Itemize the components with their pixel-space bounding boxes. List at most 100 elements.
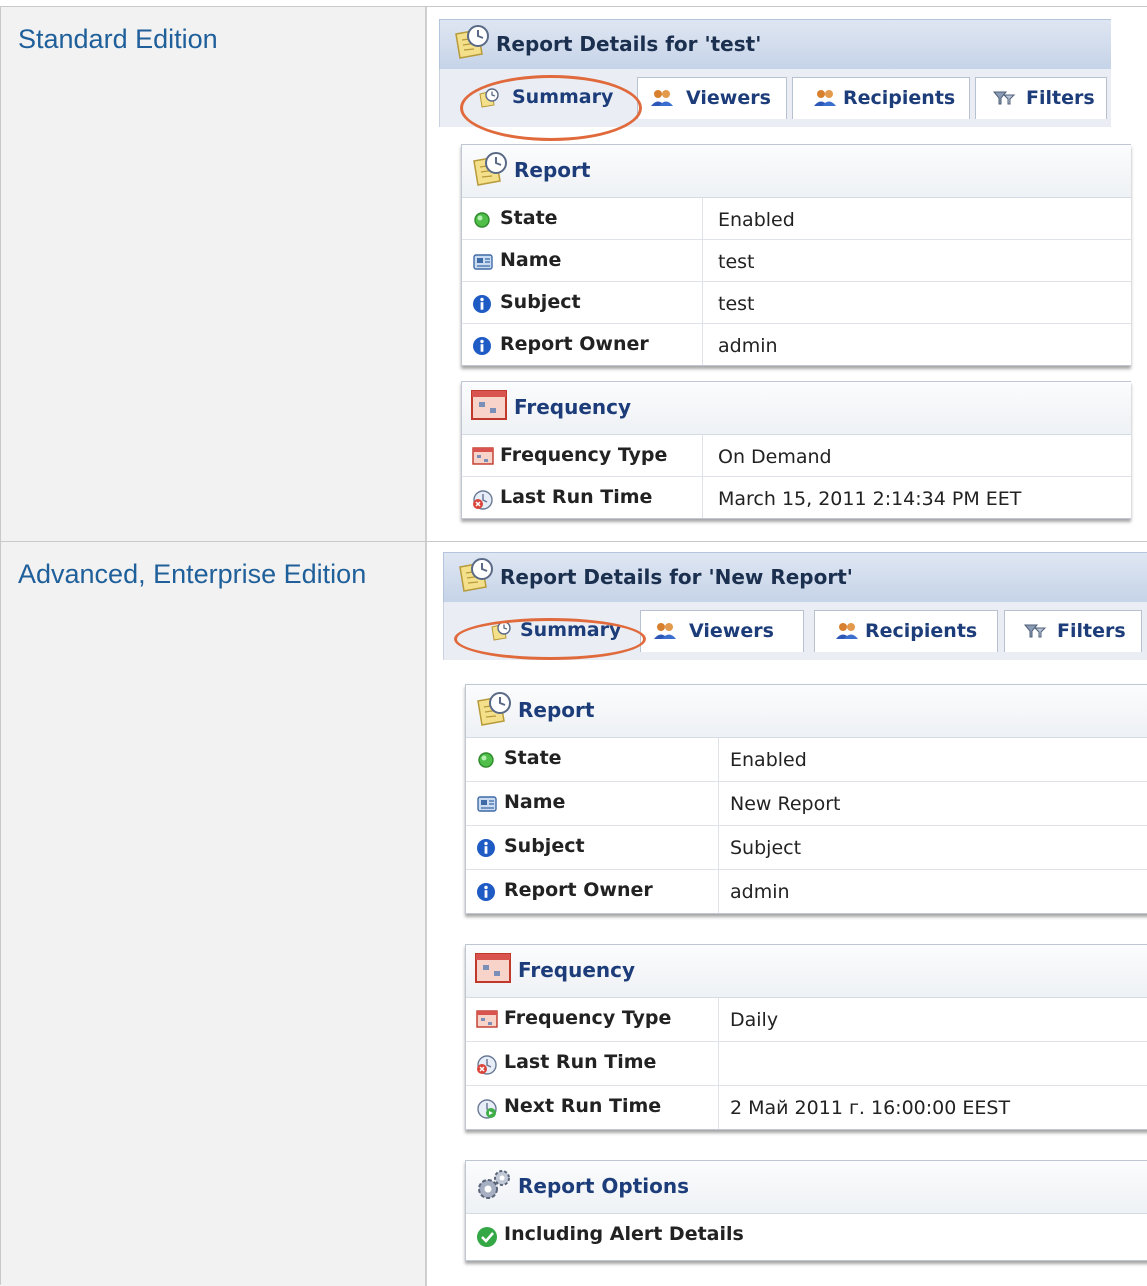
tab-filters[interactable]: Filters [975,77,1107,119]
panel-heading: Frequency [518,958,636,982]
field-value: Enabled [730,749,807,771]
last-run-icon [472,489,494,511]
field-row-subject: Subject test [462,282,1131,324]
panel-heading: Report [514,158,591,182]
tab-label: Recipients [843,87,956,109]
option-row-including-alert-details: Including Alert Details [466,1214,1147,1260]
field-row-frequency-type: Frequency Type Daily [466,998,1147,1042]
field-row-name: Name test [462,240,1131,282]
field-label: State [500,207,558,229]
field-value: admin [730,881,790,903]
frequency-panel-header: Frequency [462,382,1131,435]
edition-label: Advanced, Enterprise Edition [18,559,367,589]
report-panel-header: Report [462,145,1131,198]
green-dot-icon [476,750,496,770]
field-row-frequency-type: Frequency Type On Demand [462,435,1131,477]
window-title: Report Details for 'test' [496,32,762,56]
field-value: admin [718,335,778,357]
edition-label-cell: Advanced, Enterprise Edition [1,542,427,1286]
tab-label: Filters [1057,620,1126,642]
edition-label-cell: Standard Edition [1,7,427,541]
panel-heading: Frequency [514,395,632,419]
field-row-next-run-time: Next Run Time 2 Май 2011 г. 16:00:00 EES… [466,1086,1147,1129]
last-run-icon [476,1054,498,1076]
report-panel: Report State Enabled Name New Report Sub… [465,684,1147,914]
report-clock-icon [478,88,500,108]
tab-bar: Summary Viewers Recipients Filters [443,602,1147,660]
calendar-icon [470,388,510,422]
field-value: March 15, 2011 2:14:34 PM EET [718,488,1022,510]
report-details-window: Report Details for 'New Report' Summary … [439,542,1147,1286]
field-row-state: State Enabled [462,198,1131,240]
tab-recipients[interactable]: Recipients [792,77,970,119]
next-run-icon [476,1098,498,1120]
report-details-window: Report Details for 'test' Summary Viewer… [439,7,1147,541]
field-label: Frequency Type [504,1007,672,1029]
filter-icon [992,89,1016,107]
report-options-panel-header: Report Options [466,1161,1147,1214]
gears-icon [474,1167,514,1203]
standard-edition-row: Standard Edition Report Details for 'tes… [1,7,1147,542]
info-icon [472,336,492,356]
field-value: New Report [730,793,841,815]
window-titlebar: Report Details for 'New Report' [443,552,1147,603]
field-row-name: Name New Report [466,782,1147,826]
panel-heading: Report Options [518,1174,690,1198]
field-value: Enabled [718,209,795,231]
report-clock-icon [490,621,512,641]
info-icon [472,294,492,314]
field-label: Subject [500,291,581,313]
calendar-icon [474,951,514,985]
calendar-icon [476,1010,498,1028]
users-icon [835,622,859,640]
edition-label: Standard Edition [18,24,218,54]
field-value: Daily [730,1009,779,1031]
tab-label: Viewers [686,87,771,109]
green-check-icon [476,1226,498,1248]
tab-label: Recipients [865,620,978,642]
tab-viewers[interactable]: Viewers [640,610,804,652]
report-panel: Report State Enabled Name test Subject t… [461,144,1131,366]
field-value: Subject [730,837,802,859]
option-label: Including Alert Details [504,1223,744,1245]
field-label: Next Run Time [504,1095,662,1117]
tab-label: Viewers [689,620,774,642]
advanced-enterprise-edition-row: Advanced, Enterprise Edition Report Deta… [1,542,1147,1286]
frequency-panel-header: Frequency [466,945,1147,998]
report-clock-icon [470,151,510,187]
report-panel-header: Report [466,685,1147,738]
field-value: On Demand [718,446,832,468]
calendar-icon [472,447,494,465]
field-label: Frequency Type [500,444,668,466]
field-row-last-run-time: Last Run Time March 15, 2011 2:14:34 PM … [462,477,1131,518]
tab-recipients[interactable]: Recipients [814,610,998,652]
field-value: 2 Май 2011 г. 16:00:00 EEST [730,1097,1011,1119]
tab-filters[interactable]: Filters [1004,610,1142,652]
users-icon [813,89,837,107]
field-row-state: State Enabled [466,738,1147,782]
field-label: Name [500,249,562,271]
tab-summary[interactable]: Summary [462,77,624,119]
tab-viewers[interactable]: Viewers [637,77,787,119]
field-label: Last Run Time [500,486,653,508]
field-label: Subject [504,835,585,857]
report-clock-icon [456,557,496,593]
filter-icon [1023,622,1047,640]
field-label: Last Run Time [504,1051,657,1073]
tab-label: Filters [1026,87,1095,109]
window-title: Report Details for 'New Report' [500,565,853,589]
green-dot-icon [472,210,492,230]
tab-summary[interactable]: Summary [466,610,634,652]
tab-bar: Summary Viewers Recipients Filters [439,69,1111,141]
field-row-last-run-time: Last Run Time [466,1042,1147,1086]
users-icon [653,622,677,640]
field-label: State [504,747,562,769]
tab-label: Summary [520,619,622,641]
field-row-subject: Subject Subject [466,826,1147,870]
tab-label: Summary [512,86,614,108]
users-icon [650,89,674,107]
report-clock-icon [452,24,492,60]
name-card-icon [472,252,494,272]
info-icon [476,882,496,902]
field-label: Report Owner [500,333,649,355]
